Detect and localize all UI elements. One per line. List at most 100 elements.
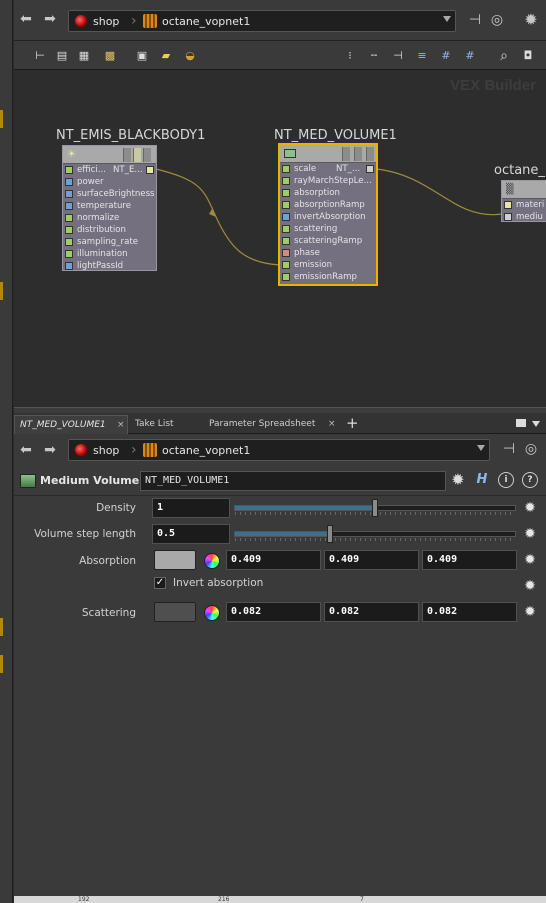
- layout-icon[interactable]: ⊣: [390, 48, 406, 64]
- network-editor[interactable]: VEX Builder NT_EMIS_BLACKBODY1 ☀ effici.…: [14, 71, 546, 407]
- link-target-icon[interactable]: ◎: [488, 11, 506, 29]
- node-flag[interactable]: [143, 148, 151, 162]
- pane-dropdown-icon[interactable]: [532, 421, 540, 427]
- input-port[interactable]: [504, 201, 512, 209]
- absorption-g-field[interactable]: 0.409: [324, 550, 419, 570]
- slider-knob[interactable]: [372, 499, 378, 517]
- port-row[interactable]: invertAbsorption: [280, 211, 376, 223]
- pin-icon[interactable]: ⊣: [466, 11, 484, 29]
- input-port[interactable]: [282, 225, 290, 233]
- input-port[interactable]: [282, 273, 290, 281]
- node-header[interactable]: ☀: [63, 146, 156, 164]
- grid-icon[interactable]: #: [438, 48, 454, 64]
- close-tab-icon[interactable]: ×: [117, 416, 125, 435]
- help-icon[interactable]: ?: [522, 472, 538, 488]
- port-row[interactable]: distribution: [63, 224, 156, 236]
- gear-icon[interactable]: ✹: [522, 11, 540, 29]
- forward-arrow-icon[interactable]: ➡: [42, 442, 58, 458]
- close-tab-icon[interactable]: ×: [328, 415, 336, 434]
- port-row[interactable]: mediu: [502, 211, 546, 223]
- input-port[interactable]: [65, 226, 73, 234]
- port-row[interactable]: phase: [280, 247, 376, 259]
- path-item-vopnet[interactable]: octane_vopnet1: [143, 440, 250, 460]
- port-row[interactable]: emission: [280, 259, 376, 271]
- input-port[interactable]: [65, 262, 73, 270]
- port-row[interactable]: absorptionRamp: [280, 199, 376, 211]
- scattering-r-field[interactable]: 0.082: [226, 602, 321, 622]
- port-row[interactable]: scatteringRamp: [280, 235, 376, 247]
- back-arrow-icon[interactable]: ⬅: [18, 11, 34, 27]
- back-arrow-icon[interactable]: ⬅: [18, 442, 34, 458]
- path-item-shop[interactable]: shop: [74, 440, 119, 460]
- node-flag[interactable]: [354, 147, 362, 161]
- output-port[interactable]: [146, 166, 154, 174]
- input-port[interactable]: [282, 261, 290, 269]
- density-field[interactable]: 1: [152, 498, 230, 518]
- grid-snap-icon[interactable]: #: [462, 48, 478, 64]
- node-med-volume[interactable]: scale NT_... rayMarchStepLe... absorption…: [278, 143, 378, 286]
- step-length-field[interactable]: 0.5: [152, 524, 230, 544]
- gear-icon[interactable]: ✹: [522, 500, 538, 516]
- node-title[interactable]: NT_MED_VOLUME1: [274, 128, 397, 143]
- port-row[interactable]: emissionRamp: [280, 271, 376, 283]
- pin-icon[interactable]: ⊣: [500, 440, 518, 458]
- port-row[interactable]: lightPassId: [63, 260, 156, 272]
- input-port[interactable]: [282, 249, 290, 257]
- node-emis-blackbody[interactable]: ☀ effici... NT_E... power surfaceBrightne…: [62, 145, 157, 271]
- path-dropdown-icon[interactable]: [477, 445, 485, 451]
- output-port[interactable]: [366, 165, 374, 173]
- scattering-color-swatch[interactable]: [154, 602, 196, 622]
- node-flag[interactable]: [123, 148, 131, 162]
- input-port[interactable]: [65, 238, 73, 246]
- snap-vertical-icon[interactable]: ⁝: [342, 48, 358, 64]
- camera-icon[interactable]: ◘: [520, 48, 536, 64]
- color-wheel-icon[interactable]: [204, 553, 220, 569]
- gear-icon[interactable]: ✹: [450, 472, 466, 488]
- node-flag[interactable]: [133, 148, 141, 162]
- network-box-icon[interactable]: ▣: [134, 48, 150, 64]
- subnet-icon[interactable]: ◒: [182, 48, 198, 64]
- port-row[interactable]: absorption: [280, 187, 376, 199]
- absorption-color-swatch[interactable]: [154, 550, 196, 570]
- node-header[interactable]: [280, 145, 376, 163]
- port-row[interactable]: surfaceBrightness: [63, 188, 156, 200]
- absorption-b-field[interactable]: 0.409: [422, 550, 517, 570]
- port-row[interactable]: effici... NT_E...: [63, 164, 156, 176]
- color-wheel-icon[interactable]: [204, 605, 220, 621]
- gear-icon[interactable]: ✹: [522, 604, 538, 620]
- tab-parameter-spreadsheet[interactable]: Parameter Spreadsheet ×: [204, 415, 340, 434]
- port-row[interactable]: sampling_rate: [63, 236, 156, 248]
- info-icon[interactable]: i: [498, 472, 514, 488]
- gear-icon[interactable]: ✹: [522, 552, 538, 568]
- help-h-icon[interactable]: H: [474, 472, 490, 488]
- path-item-vopnet[interactable]: octane_vopnet1: [143, 11, 250, 31]
- slider-knob[interactable]: [327, 525, 334, 543]
- tree-view-icon[interactable]: ⊢: [32, 48, 48, 64]
- port-row[interactable]: scale NT_...: [280, 163, 376, 175]
- node-flag[interactable]: [366, 147, 374, 161]
- input-port[interactable]: [65, 190, 73, 198]
- port-row[interactable]: temperature: [63, 200, 156, 212]
- input-port[interactable]: [65, 202, 73, 210]
- search-icon[interactable]: ⌕: [496, 48, 512, 64]
- density-slider[interactable]: [234, 499, 516, 517]
- step-length-slider[interactable]: [234, 525, 516, 543]
- port-row[interactable]: illumination: [63, 248, 156, 260]
- link-target-icon[interactable]: ◎: [522, 440, 540, 458]
- list-view-icon[interactable]: ▤: [54, 48, 70, 64]
- node-flag[interactable]: [342, 147, 350, 161]
- forward-arrow-icon[interactable]: ➡: [42, 11, 58, 27]
- node-name-field[interactable]: NT_MED_VOLUME1: [140, 471, 446, 491]
- input-port[interactable]: [282, 165, 290, 173]
- port-row[interactable]: scattering: [280, 223, 376, 235]
- gear-icon[interactable]: ✹: [522, 526, 538, 542]
- input-port[interactable]: [282, 177, 290, 185]
- input-port[interactable]: [65, 166, 73, 174]
- input-port[interactable]: [65, 178, 73, 186]
- port-row[interactable]: rayMarchStepLe...: [280, 175, 376, 187]
- port-row[interactable]: normalize: [63, 212, 156, 224]
- scattering-b-field[interactable]: 0.082: [422, 602, 517, 622]
- pane-menu-icon[interactable]: [516, 419, 526, 427]
- scattering-g-field[interactable]: 0.082: [324, 602, 419, 622]
- path-dropdown-icon[interactable]: [443, 16, 451, 22]
